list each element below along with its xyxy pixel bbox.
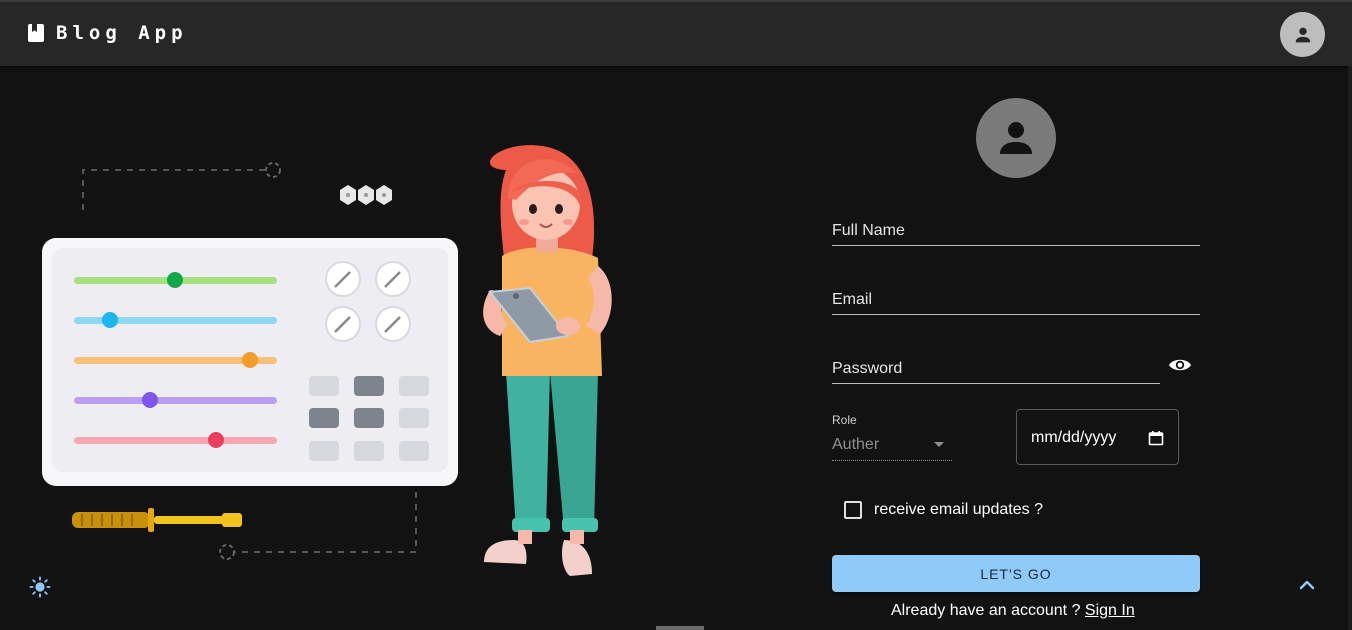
app-title: Blog App <box>56 22 188 44</box>
app-bar: Blog App <box>0 0 1352 66</box>
sun-icon[interactable] <box>29 576 51 598</box>
chevron-down-icon <box>934 442 944 447</box>
signin-link[interactable]: Sign In <box>1085 602 1135 619</box>
full-name-field <box>832 216 1200 246</box>
email-input[interactable] <box>832 285 1200 314</box>
email-updates-label: receive email updates ? <box>874 501 1043 518</box>
horizontal-scrollbar[interactable] <box>656 626 704 630</box>
email-updates-checkbox[interactable] <box>844 501 862 519</box>
eye-icon[interactable] <box>1168 355 1192 375</box>
role-label: Role <box>832 413 857 427</box>
date-input[interactable]: mm/dd/yyyy <box>1016 409 1179 465</box>
calendar-icon[interactable] <box>1148 430 1164 446</box>
password-field <box>832 354 1160 384</box>
illustration-girl-with-tablet <box>42 145 612 576</box>
email-field <box>832 285 1200 315</box>
lets-go-button[interactable]: LET'S GO <box>832 555 1200 592</box>
role-selected-value: Auther <box>832 436 880 453</box>
full-name-input[interactable] <box>832 216 1200 245</box>
account-avatar-button[interactable] <box>1280 12 1325 57</box>
brand[interactable]: Blog App <box>27 22 188 44</box>
vertical-scrollbar[interactable] <box>1348 66 1352 630</box>
role-select[interactable]: Auther <box>832 432 952 461</box>
person-icon <box>1295 27 1310 42</box>
book-icon <box>28 24 44 42</box>
chevron-up-icon[interactable] <box>1296 576 1318 594</box>
signin-prompt-line: Already have an account ? Sign In <box>891 602 1135 620</box>
person-icon <box>1000 122 1032 154</box>
date-placeholder: mm/dd/yyyy <box>1031 429 1117 446</box>
password-input[interactable] <box>832 354 1160 383</box>
signin-prompt: Already have an account ? <box>891 602 1081 619</box>
signup-avatar <box>976 98 1056 178</box>
